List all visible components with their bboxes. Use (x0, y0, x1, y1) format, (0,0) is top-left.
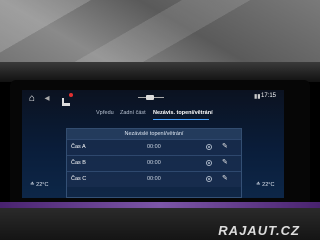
timer-toggle[interactable] (206, 144, 212, 150)
timer-row[interactable]: Čas C 00:00 ✎ (67, 171, 241, 187)
clock: 17:15 (260, 93, 276, 99)
timer-toggle[interactable] (206, 160, 212, 166)
status-bar: ⌂ ◂ ▮▮ 17:15 (22, 90, 284, 106)
tab-bar: Vpředu Zadní část Nezávis. topení/větrán… (22, 110, 284, 122)
timer-row[interactable]: Čas A 00:00 ✎ (67, 139, 241, 155)
edit-pencil-icon[interactable]: ✎ (222, 174, 228, 182)
tab-rear[interactable]: Zadní část (120, 110, 146, 116)
watermark: RAJAUT.CZ (218, 223, 300, 238)
seat-heating-icon[interactable] (60, 93, 73, 106)
signal-icon: ▮▮ (254, 94, 261, 100)
tab-front[interactable]: Vpředu (96, 110, 114, 116)
timer-toggle[interactable] (206, 176, 212, 182)
timer-time: 00:00 (147, 144, 161, 150)
alert-dot (69, 93, 73, 97)
timer-label: Čas A (71, 144, 86, 150)
infotainment-screen: ⌂ ◂ ▮▮ 17:15 Vpředu Zadní část Nezávis. … (22, 90, 284, 198)
drag-handle-icon[interactable] (138, 94, 164, 101)
timer-label: Čas B (71, 160, 86, 166)
temp-right[interactable]: ≛ 22°C (256, 182, 274, 188)
timer-time: 00:00 (147, 176, 161, 182)
timer-time: 00:00 (147, 160, 161, 166)
home-icon[interactable]: ⌂ (26, 93, 38, 104)
active-tab-indicator (153, 119, 209, 120)
timer-label: Čas C (71, 176, 87, 182)
panel-title: Nezávislé topení/větrání (67, 129, 241, 139)
dashboard-top (0, 62, 320, 82)
back-icon[interactable]: ◂ (42, 93, 52, 104)
edit-pencil-icon[interactable]: ✎ (222, 142, 228, 150)
temp-left[interactable]: ≛ 22°C (30, 182, 48, 188)
edit-pencil-icon[interactable]: ✎ (222, 158, 228, 166)
aux-heating-panel: Nezávislé topení/větrání Čas A 00:00 ✎ Č… (66, 128, 242, 198)
timer-row[interactable]: Čas B 00:00 ✎ (67, 155, 241, 171)
tab-aux-heating[interactable]: Nezávis. topení/větrání (153, 110, 213, 116)
